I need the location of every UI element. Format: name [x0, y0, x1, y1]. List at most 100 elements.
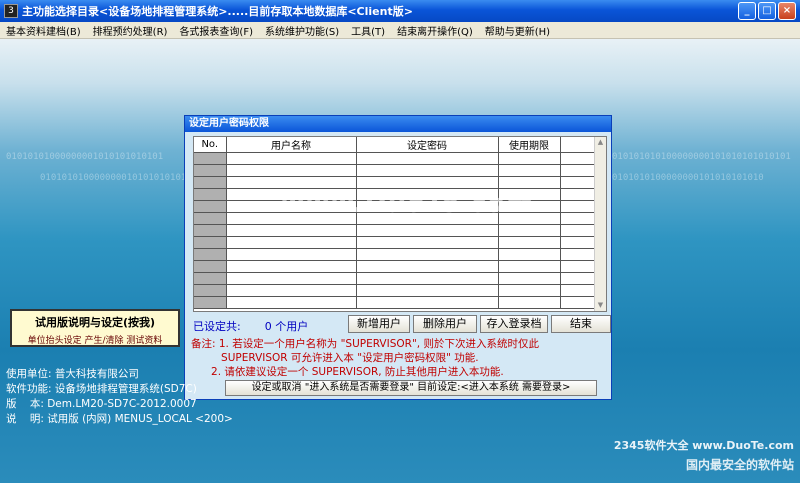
table-cell[interactable] — [226, 152, 357, 165]
table-cell[interactable] — [356, 284, 499, 297]
row-header-cell[interactable] — [194, 236, 227, 249]
table-cell[interactable] — [560, 164, 597, 177]
table-cell[interactable] — [560, 176, 597, 189]
table-cell[interactable] — [226, 164, 357, 177]
table-row[interactable] — [194, 224, 597, 237]
column-header-username[interactable]: 用户名称 — [226, 137, 357, 153]
trial-info-button[interactable]: 试用版说明与设定(按我) 单位抬头设定 产生/清除 测试资料 — [10, 309, 180, 347]
scroll-down-icon[interactable]: ▼ — [595, 300, 606, 311]
notes: 备注: 1. 若设定一个用户名称为 "SUPERVISOR", 则於下次进入系统… — [191, 337, 539, 379]
trial-title: 试用版说明与设定(按我) — [34, 316, 156, 329]
row-header-cell[interactable] — [194, 152, 227, 165]
row-header-cell[interactable] — [194, 176, 227, 189]
table-cell[interactable] — [356, 164, 499, 177]
menu-system-maintenance[interactable]: 系统维护功能(S) — [259, 23, 345, 38]
info-description: 说 明: 试用版 (内网) MENUS_LOCAL <200> — [6, 413, 233, 425]
table-cell[interactable] — [560, 248, 597, 261]
row-header-cell[interactable] — [194, 200, 227, 213]
table-cell[interactable] — [560, 296, 597, 309]
table-cell[interactable] — [356, 296, 499, 309]
table-cell[interactable] — [560, 272, 597, 285]
login-required-toggle-button[interactable]: 设定或取消 "进入系统是否需要登录" 目前设定:<进入本系统 需要登录> — [225, 380, 597, 396]
scroll-up-icon[interactable]: ▲ — [595, 137, 606, 148]
table-cell[interactable] — [560, 212, 597, 225]
table-row[interactable] — [194, 296, 597, 309]
table-cell[interactable] — [356, 260, 499, 273]
dialog-title[interactable]: 设定用户密码权限 — [185, 116, 611, 132]
table-row[interactable] — [194, 260, 597, 273]
table-cell[interactable] — [226, 248, 357, 261]
table-cell[interactable] — [498, 272, 561, 285]
table-cell[interactable] — [498, 260, 561, 273]
table-cell[interactable] — [498, 296, 561, 309]
table-cell[interactable] — [498, 248, 561, 261]
table-cell[interactable] — [356, 236, 499, 249]
corner-logo: 2345软件大全 www.DuoTe.com — [613, 439, 794, 452]
table-cell[interactable] — [226, 176, 357, 189]
table-cell[interactable] — [560, 284, 597, 297]
table-cell[interactable] — [226, 272, 357, 285]
table-row[interactable] — [194, 248, 597, 261]
menu-exit[interactable]: 结束离开操作(Q) — [391, 23, 479, 38]
table-row[interactable] — [194, 152, 597, 165]
maximize-button[interactable]: □ — [758, 2, 776, 20]
minimize-button[interactable]: _ — [738, 2, 756, 20]
column-header-password[interactable]: 设定密码 — [356, 137, 499, 153]
table-row[interactable] — [194, 164, 597, 177]
table-row[interactable] — [194, 236, 597, 249]
dialog-actions: 新增用户 删除用户 存入登录档 结束 — [348, 315, 611, 333]
app-icon[interactable]: 3 — [4, 4, 18, 18]
table-cell[interactable] — [356, 248, 499, 261]
table-cell[interactable] — [226, 260, 357, 273]
menu-reports[interactable]: 各式报表查询(F) — [173, 23, 259, 38]
table-cell[interactable] — [498, 236, 561, 249]
grid-scrollbar[interactable]: ▲ ▼ — [594, 137, 606, 311]
table-cell[interactable] — [498, 284, 561, 297]
table-cell[interactable] — [560, 200, 597, 213]
table-cell[interactable] — [560, 188, 597, 201]
table-cell[interactable] — [356, 152, 499, 165]
row-header-cell[interactable] — [194, 296, 227, 309]
table-row[interactable] — [194, 284, 597, 297]
table-cell[interactable] — [356, 224, 499, 237]
save-login-file-button[interactable]: 存入登录档 — [480, 315, 548, 333]
menu-basic-data[interactable]: 基本资料建档(B) — [0, 23, 87, 38]
row-header-cell[interactable] — [194, 188, 227, 201]
menu-tools[interactable]: 工具(T) — [345, 23, 391, 38]
window-titlebar[interactable]: 3 主功能选择目录<设备场地排程管理系统>.....目前存取本地数据库<Clie… — [0, 0, 800, 22]
table-cell[interactable] — [560, 224, 597, 237]
table-cell[interactable] — [226, 296, 357, 309]
row-header-cell[interactable] — [194, 248, 227, 261]
row-header-cell[interactable] — [194, 224, 227, 237]
column-header-extra[interactable] — [560, 137, 597, 153]
column-header-no[interactable]: No. — [194, 137, 227, 153]
table-row[interactable] — [194, 176, 597, 189]
table-cell[interactable] — [226, 236, 357, 249]
table-row[interactable] — [194, 272, 597, 285]
table-cell[interactable] — [560, 260, 597, 273]
user-grid[interactable]: No. 用户名称 设定密码 使用期限 ▲ ▼ — [193, 136, 607, 312]
row-header-cell[interactable] — [194, 212, 227, 225]
add-user-button[interactable]: 新增用户 — [348, 315, 410, 333]
menu-scheduling[interactable]: 排程预约处理(R) — [87, 23, 174, 38]
row-header-cell[interactable] — [194, 284, 227, 297]
delete-user-button[interactable]: 删除用户 — [413, 315, 477, 333]
table-cell[interactable] — [356, 272, 499, 285]
row-header-cell[interactable] — [194, 260, 227, 273]
row-header-cell[interactable] — [194, 272, 227, 285]
menu-help[interactable]: 帮助与更新(H) — [479, 23, 556, 38]
table-cell[interactable] — [498, 152, 561, 165]
end-button[interactable]: 结束 — [551, 315, 611, 333]
dialog-body: No. 用户名称 设定密码 使用期限 ▲ ▼ 已设定共: 0 个用户 新增用户 — [185, 132, 611, 399]
column-header-expiry[interactable]: 使用期限 — [498, 137, 561, 153]
table-cell[interactable] — [226, 224, 357, 237]
table-cell[interactable] — [560, 236, 597, 249]
table-cell[interactable] — [498, 164, 561, 177]
table-cell[interactable] — [356, 176, 499, 189]
close-button[interactable]: × — [778, 2, 796, 20]
table-cell[interactable] — [226, 284, 357, 297]
table-cell[interactable] — [560, 152, 597, 165]
row-header-cell[interactable] — [194, 164, 227, 177]
table-cell[interactable] — [498, 224, 561, 237]
table-cell[interactable] — [498, 176, 561, 189]
